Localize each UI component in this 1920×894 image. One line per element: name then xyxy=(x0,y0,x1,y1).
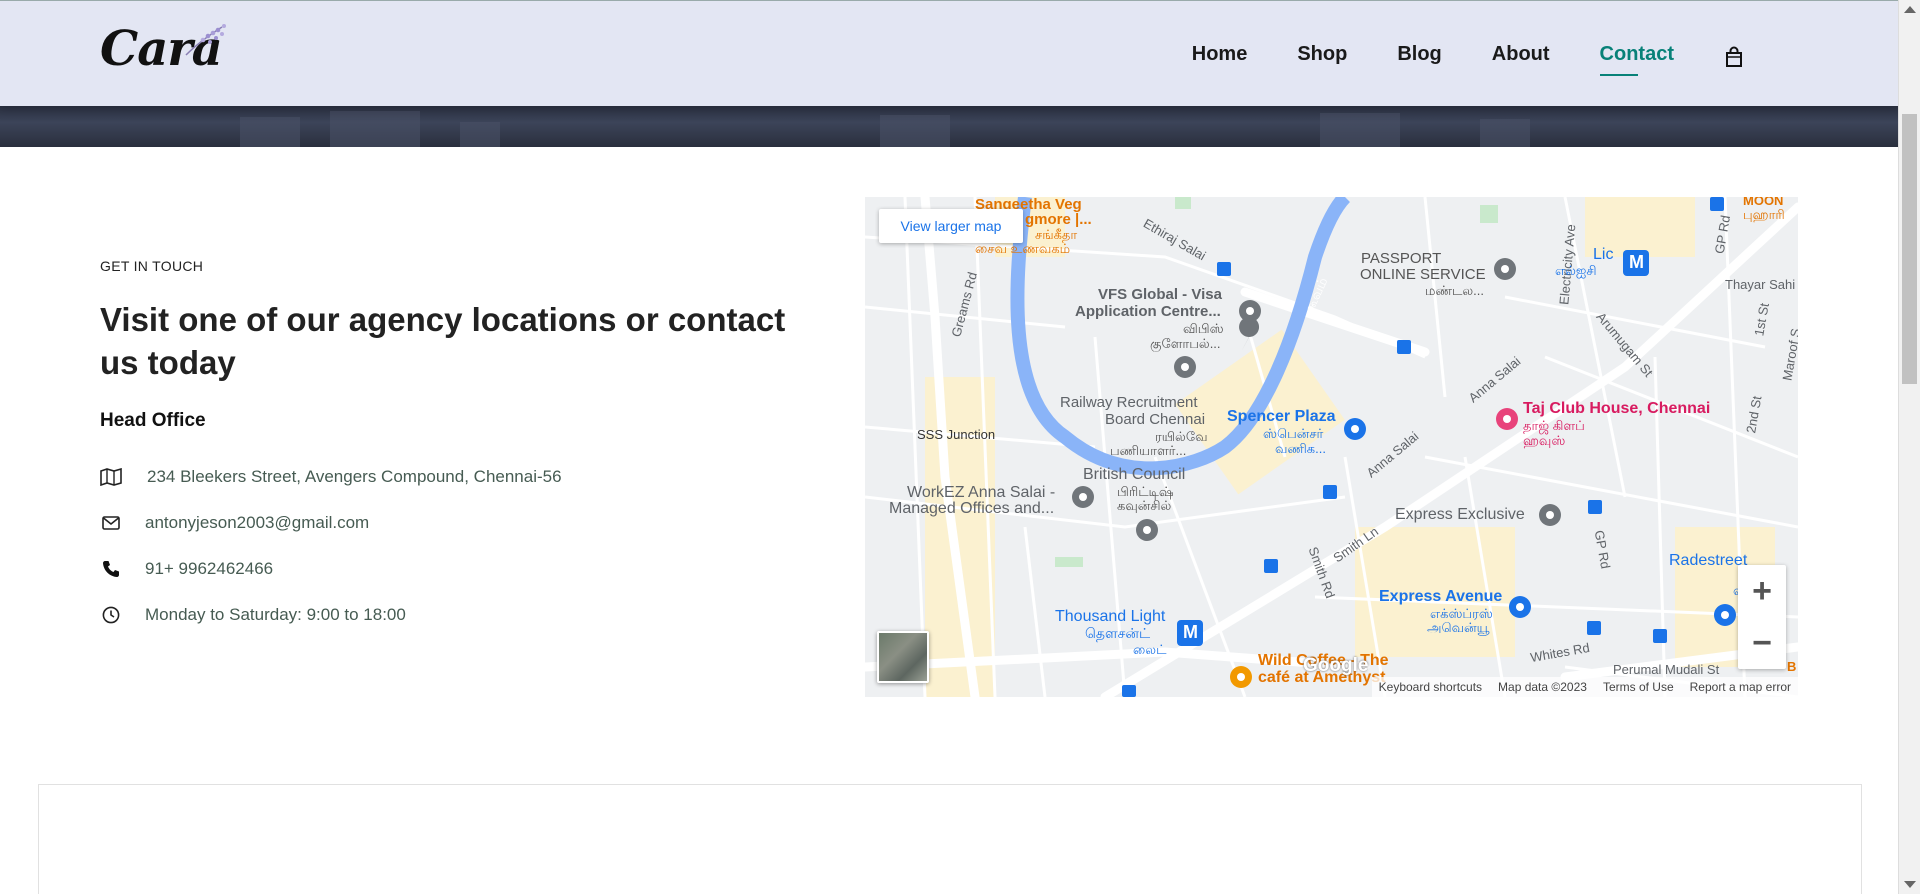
map-label-perumal: Perumal Mudali St xyxy=(1613,662,1720,677)
contact-headline: Visit one of our agency locations or con… xyxy=(100,301,786,381)
lavender-sprig-icon xyxy=(185,24,226,56)
contact-list: 234 Bleekers Street, Avengers Compound, … xyxy=(100,454,800,638)
map-icon xyxy=(100,466,122,488)
map-label-lic-ta: எல்ஐசி xyxy=(1555,263,1597,278)
address-text: 234 Bleekers Street, Avengers Compound, … xyxy=(147,467,562,486)
address-row: 234 Bleekers Street, Avengers Compound, … xyxy=(100,454,800,500)
map-label-moon-ta: புஹாரி xyxy=(1743,207,1785,222)
clock-icon xyxy=(100,604,122,626)
map-label-sangeetha-ta-2: சைவ உணவகம் xyxy=(975,241,1071,256)
embedded-map[interactable]: Sangeetha Veg gmore |... சங்கீதா சைவ உணவ… xyxy=(865,197,1798,697)
map-label-b-edge: B xyxy=(1787,659,1797,674)
map-label-taj: Taj Club House, Chennai xyxy=(1523,400,1711,417)
map-label-taj-ta-2: ஹவுஸ் xyxy=(1523,433,1566,448)
map-label-vfs-2: Application Centre... xyxy=(1075,303,1221,320)
map-label-vfs: VFS Global - Visa xyxy=(1098,286,1222,303)
site-header: Cara Home Shop Blog About Contact xyxy=(0,0,1898,106)
map-label-vfs-ta: விபிஸ் xyxy=(1183,321,1224,336)
view-larger-map-link[interactable]: View larger map xyxy=(879,209,1023,243)
map-attribution: Keyboard shortcuts Map data ©2023 Terms … xyxy=(1371,677,1798,697)
keyboard-shortcuts-link[interactable]: Keyboard shortcuts xyxy=(1379,680,1482,694)
main-nav: Home Shop Blog About Contact xyxy=(1142,43,1744,76)
map-label-passport: PASSPORT xyxy=(1361,250,1442,267)
map-label-workez: WorkEZ Anna Salai - xyxy=(907,484,1056,501)
map-label-railway-ta: ரயில்வே xyxy=(1155,429,1208,444)
map-label-express-exclusive: Express Exclusive xyxy=(1395,506,1525,523)
scroll-down-arrow-icon[interactable] xyxy=(1904,881,1916,888)
map-canvas[interactable] xyxy=(865,197,1798,697)
map-label-thousand-light-ta: தௌசன்ட் xyxy=(1085,625,1151,641)
map-label-thousand-light: Thousand Light xyxy=(1055,608,1166,625)
terms-of-use-link[interactable]: Terms of Use xyxy=(1603,680,1674,694)
metro-icon: M xyxy=(1183,622,1198,642)
map-label-spencer-ta-2: வணிக... xyxy=(1275,441,1326,456)
email-row: antonyjeson2003@gmail.com xyxy=(100,500,800,546)
shopping-bag-icon[interactable] xyxy=(1724,46,1744,68)
google-logo: Google xyxy=(1303,655,1369,676)
report-map-error-link[interactable]: Report a map error xyxy=(1690,680,1791,694)
page-scrollbar[interactable] xyxy=(1898,0,1920,894)
map-label-railway: Railway Recruitment xyxy=(1060,394,1198,411)
map-label-spencer: Spencer Plaza xyxy=(1227,408,1336,425)
map-label-radestreet: Radestreet xyxy=(1669,552,1748,569)
office-title: Head Office xyxy=(100,410,206,431)
scroll-up-arrow-icon[interactable] xyxy=(1904,6,1916,13)
map-label-passport-ta: மண்டல... xyxy=(1425,283,1484,298)
nav-contact[interactable]: Contact xyxy=(1599,43,1674,76)
nav-shop[interactable]: Shop xyxy=(1297,43,1347,70)
phone-row: 91+ 9962462466 xyxy=(100,546,800,592)
map-label-british-ta: பிரிட்டிஷ் xyxy=(1117,484,1174,499)
nav-about[interactable]: About xyxy=(1492,43,1550,70)
map-label-british: British Council xyxy=(1083,466,1186,483)
nav-blog[interactable]: Blog xyxy=(1397,43,1441,70)
map-label-express-avenue: Express Avenue xyxy=(1379,588,1503,605)
map-label-thousand-light-ta-2: லைட் xyxy=(1133,642,1167,657)
map-data-credit: Map data ©2023 xyxy=(1498,680,1587,694)
map-label-vfs-ta-2: குளோபல்... xyxy=(1150,336,1221,351)
section-kicker: GET IN TOUCH xyxy=(100,258,204,274)
map-label-sss: SSS Junction xyxy=(917,427,996,442)
scrollbar-thumb[interactable] xyxy=(1902,114,1917,384)
page-banner-strip xyxy=(0,106,1898,147)
zoom-control: + − xyxy=(1738,565,1786,669)
contact-form-container xyxy=(38,784,1862,894)
contact-details: GET IN TOUCH Visit one of our agency loc… xyxy=(100,258,800,638)
map-label-express-avenue-ta: எக்ஸ்ப்ரஸ் xyxy=(1430,606,1493,621)
map-label-express-avenue-ta-2: அவென்யூ xyxy=(1427,620,1490,635)
phone-text[interactable]: 91+ 9962462466 xyxy=(145,559,273,579)
envelope-icon xyxy=(100,512,122,534)
map-label-thayar: Thayar Sahi xyxy=(1725,277,1796,292)
zoom-out-button[interactable]: − xyxy=(1738,617,1786,669)
map-label-british-ta-2: கவுன்சில் xyxy=(1117,498,1172,513)
nav-home[interactable]: Home xyxy=(1192,43,1248,70)
map-label-railway-2: Board Chennai xyxy=(1105,411,1206,428)
map-label-railway-ta-2: பணியாளர்... xyxy=(1110,443,1187,458)
map-label-sangeetha-ta: சங்கீதா xyxy=(1035,227,1078,242)
satellite-toggle[interactable] xyxy=(877,631,929,683)
map-label-workez-2: Managed Offices and... xyxy=(889,500,1055,517)
map-label-sangeetha-2: gmore |... xyxy=(1025,211,1092,228)
email-text[interactable]: antonyjeson2003@gmail.com xyxy=(145,513,369,533)
phone-icon xyxy=(100,558,122,580)
map-label-spencer-ta: ஸ்பென்சர் xyxy=(1263,426,1324,441)
metro-icon: M xyxy=(1629,252,1644,272)
brand-logo[interactable]: Cara xyxy=(100,19,230,81)
zoom-in-button[interactable]: + xyxy=(1738,565,1786,617)
hours-text: Monday to Saturday: 9:00 to 18:00 xyxy=(145,605,406,624)
map-label-lic: Lic xyxy=(1593,246,1614,263)
map-label-taj-ta: தாஜ் கிளப் xyxy=(1523,418,1585,433)
page: Cara Home Shop Blog About Contact GET IN… xyxy=(0,0,1898,894)
map-label-passport-2: ONLINE SERVICE xyxy=(1360,266,1486,283)
hours-row: Monday to Saturday: 9:00 to 18:00 xyxy=(100,592,800,638)
